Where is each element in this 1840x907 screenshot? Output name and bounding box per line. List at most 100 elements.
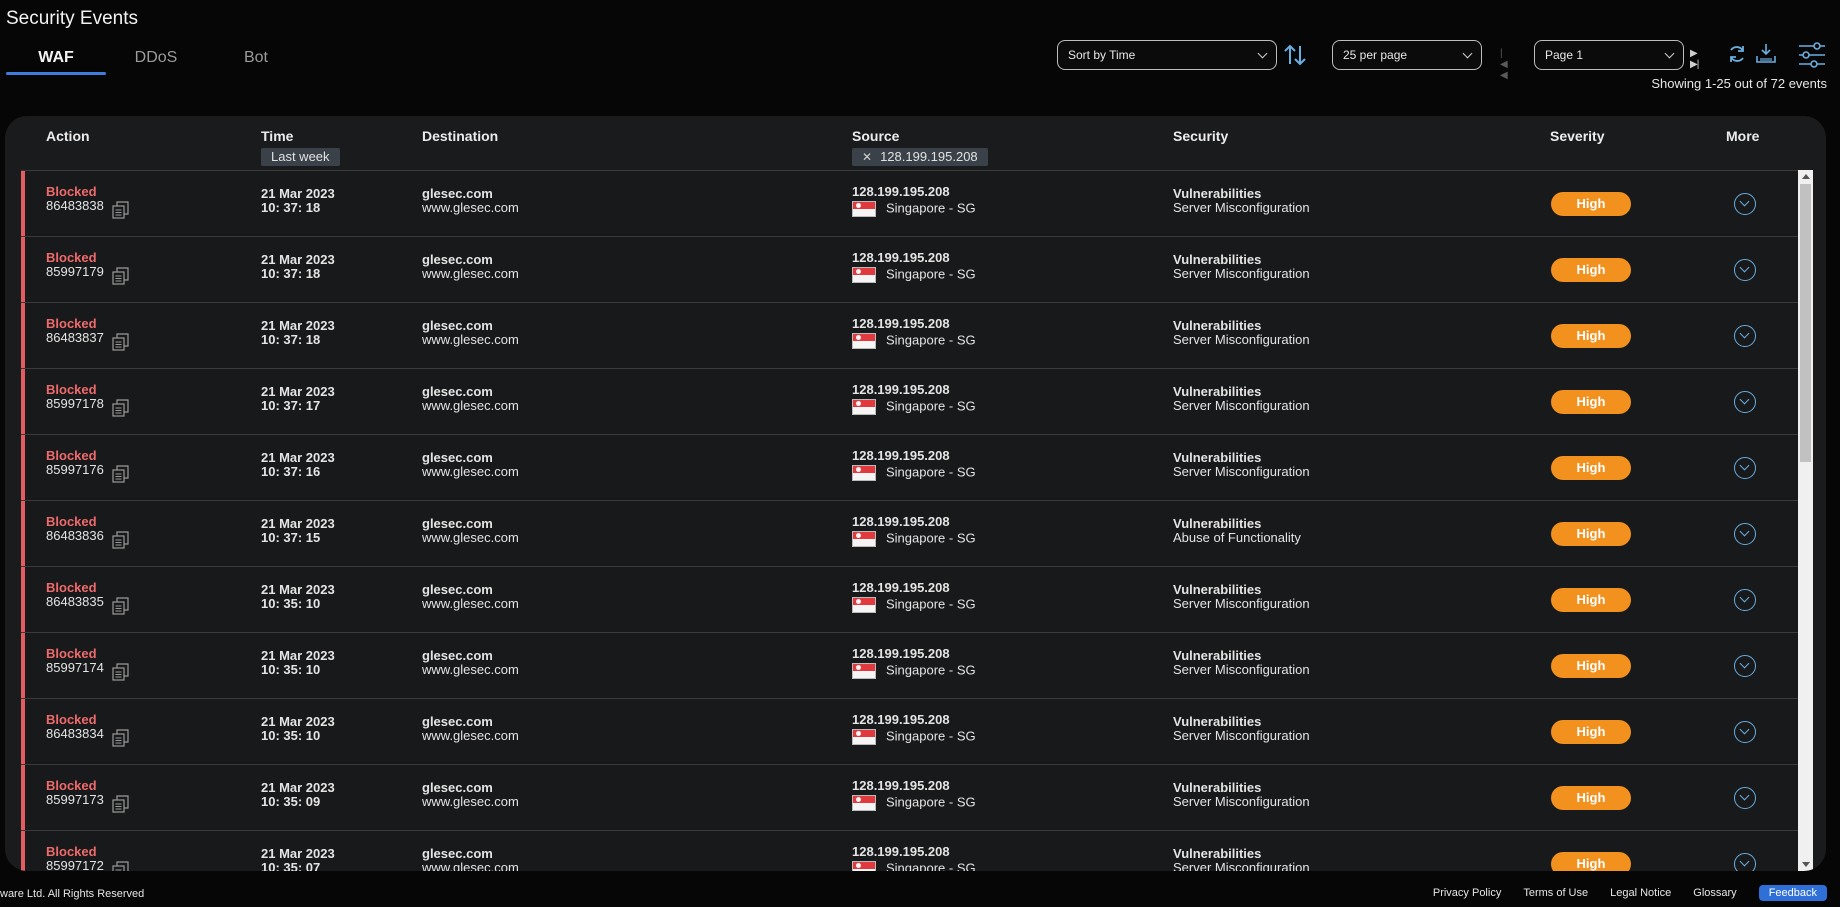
table-row[interactable]: Blocked 85997172 21 Mar 2023 10: 35: 07 … [21,830,1798,871]
table-row[interactable]: Blocked 85997179 21 Mar 2023 10: 37: 18 … [21,236,1798,302]
table-row[interactable]: Blocked 86483835 21 Mar 2023 10: 35: 10 … [21,566,1798,632]
csv-download-icon[interactable] [1754,42,1778,66]
action-label: Blocked [46,184,97,199]
expand-more-icon[interactable] [1734,523,1756,545]
expand-more-icon[interactable] [1734,193,1756,215]
destination-url: www.glesec.com [422,728,519,743]
privacy-policy-link[interactable]: Privacy Policy [1433,887,1501,899]
next-last-page-buttons[interactable]: ▶ ▶| [1690,48,1699,70]
table-row[interactable]: Blocked 85997176 21 Mar 2023 10: 37: 16 … [21,434,1798,500]
tab-waf[interactable]: WAF [6,49,106,75]
tab-ddos[interactable]: DDoS [106,49,206,73]
event-date: 21 Mar 2023 [261,582,335,597]
legal-notice-link[interactable]: Legal Notice [1610,887,1671,899]
security-subcategory: Server Misconfiguration [1173,728,1310,743]
copy-icon[interactable] [112,333,130,351]
table-row[interactable]: Blocked 85997173 21 Mar 2023 10: 35: 09 … [21,764,1798,830]
column-header-severity[interactable]: Severity [1550,128,1604,144]
copy-icon[interactable] [112,399,130,417]
chevron-down-icon [1257,48,1268,59]
copy-icon[interactable] [112,465,130,483]
table-row[interactable]: Blocked 86483837 21 Mar 2023 10: 37: 18 … [21,302,1798,368]
singapore-flag-icon [852,267,876,283]
page-select[interactable]: Page 1 [1534,40,1684,70]
expand-more-icon[interactable] [1734,391,1756,413]
copy-icon[interactable] [112,729,130,747]
source-ip: 128.199.195.208 [852,580,950,595]
source-filter-chip[interactable]: ✕ 128.199.195.208 [852,148,988,166]
event-date: 21 Mar 2023 [261,780,335,795]
table-scrollbar[interactable] [1798,170,1813,871]
expand-more-icon[interactable] [1734,589,1756,611]
source-country-label: Singapore - SG [886,662,976,678]
event-id: 85997176 [46,462,104,477]
table-row[interactable]: Blocked 85997174 21 Mar 2023 10: 35: 10 … [21,632,1798,698]
singapore-flag-icon [852,465,876,481]
column-header-source[interactable]: Source [852,128,899,144]
action-label: Blocked [46,712,97,727]
expand-more-icon[interactable] [1734,655,1756,677]
expand-more-icon[interactable] [1734,721,1756,743]
security-subcategory: Server Misconfiguration [1173,860,1310,872]
singapore-flag-icon [852,531,876,547]
column-header-destination[interactable]: Destination [422,128,498,144]
source-country: Singapore - SG [852,333,976,349]
table-header: Action Time Destination Source Security … [5,116,1826,170]
scroll-down-icon[interactable] [1802,862,1810,867]
source-country-label: Singapore - SG [886,200,976,216]
source-country: Singapore - SG [852,663,976,679]
terms-of-use-link[interactable]: Terms of Use [1523,887,1588,899]
source-ip: 128.199.195.208 [852,184,950,199]
column-header-security[interactable]: Security [1173,128,1228,144]
destination-url: www.glesec.com [422,530,519,545]
scroll-thumb[interactable] [1800,184,1811,462]
expand-more-icon[interactable] [1734,325,1756,347]
glossary-link[interactable]: Glossary [1693,887,1736,899]
severity-badge: High [1551,258,1631,282]
table-row[interactable]: Blocked 86483836 21 Mar 2023 10: 37: 15 … [21,500,1798,566]
copy-icon[interactable] [112,201,130,219]
copy-icon[interactable] [112,267,130,285]
expand-more-icon[interactable] [1734,853,1756,871]
time-filter-chip[interactable]: Last week [261,148,340,166]
copy-icon[interactable] [112,861,130,871]
event-time: 10: 37: 18 [261,200,321,215]
security-category: Vulnerabilities [1173,780,1262,795]
copy-icon[interactable] [112,531,130,549]
copy-icon[interactable] [112,597,130,615]
action-label: Blocked [46,448,97,463]
event-date: 21 Mar 2023 [261,384,335,399]
copy-icon[interactable] [112,795,130,813]
security-category: Vulnerabilities [1173,186,1262,201]
event-id: 86483835 [46,594,104,609]
expand-more-icon[interactable] [1734,259,1756,281]
copy-icon[interactable] [112,663,130,681]
feedback-button[interactable]: Feedback [1758,885,1827,901]
close-icon[interactable]: ✕ [862,150,872,164]
scroll-up-icon[interactable] [1802,174,1810,179]
sort-select[interactable]: Sort by Time [1057,40,1277,70]
action-label: Blocked [46,382,97,397]
table-row[interactable]: Blocked 86483834 21 Mar 2023 10: 35: 10 … [21,698,1798,764]
source-country: Singapore - SG [852,597,976,613]
sort-direction-icon[interactable] [1282,42,1308,68]
action-label: Blocked [46,250,97,265]
destination-host: glesec.com [422,516,493,531]
column-header-time[interactable]: Time [261,128,293,144]
expand-more-icon[interactable] [1734,787,1756,809]
filter-settings-icon[interactable] [1797,40,1827,70]
refresh-icon[interactable] [1727,44,1747,64]
security-subcategory: Server Misconfiguration [1173,200,1310,215]
first-prev-page-buttons[interactable]: |◀ ◀ [1500,48,1508,81]
column-header-action[interactable]: Action [46,128,90,144]
table-row[interactable]: Blocked 86483838 21 Mar 2023 10: 37: 18 … [21,170,1798,236]
event-date: 21 Mar 2023 [261,318,335,333]
destination-host: glesec.com [422,780,493,795]
expand-more-icon[interactable] [1734,457,1756,479]
singapore-flag-icon [852,399,876,415]
table-row[interactable]: Blocked 85997178 21 Mar 2023 10: 37: 17 … [21,368,1798,434]
tab-bot[interactable]: Bot [206,49,306,73]
event-id: 85997172 [46,858,104,872]
per-page-select[interactable]: 25 per page [1332,40,1482,70]
destination-url: www.glesec.com [422,464,519,479]
